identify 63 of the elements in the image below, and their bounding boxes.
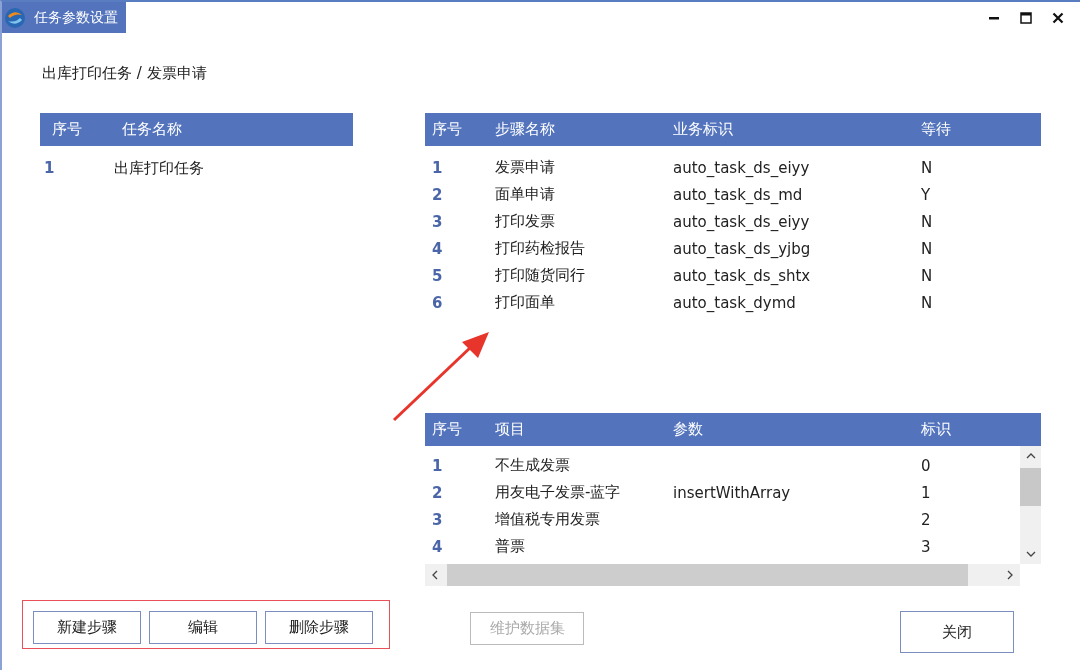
column-header: 任务名称 [122,120,183,139]
column-header: 项目 [495,420,526,439]
table-cell-text: 1 [432,158,444,177]
table-cell-text: N [921,212,934,231]
table-cell-text: N [921,266,934,285]
table-cell-text: auto_task_ds_eiyy [673,212,811,231]
table-cell-text: 4 [432,537,444,556]
table-cell-text: 打印发票 [495,212,556,231]
column-header: 业务标识 [673,120,734,139]
logo-icon [4,6,26,29]
table-cell-text: insertWithArray [673,483,792,502]
table-cell-text: N [921,158,934,177]
maximize-icon[interactable] [1020,12,1032,24]
table-cell-text: 3 [432,212,444,231]
table-cell-text: 面单申请 [495,185,556,204]
table-cell-text: 1 [432,456,444,475]
table-cell-text: 打印药检报告 [495,239,586,258]
table-cell-text: auto_task_dymd [673,293,797,312]
column-header: 序号 [432,420,463,439]
table-cell-text: 0 [921,456,932,475]
column-header: 序号 [52,120,83,139]
column-header: 序号 [432,120,463,139]
close-icon[interactable] [1052,12,1064,24]
close-button[interactable]: 关闭 [900,611,1014,653]
table-cell-text: 6 [432,293,444,312]
table-cell-text: 5 [432,266,444,285]
step-button[interactable]: 新建步骤 [33,611,141,644]
breadcrumb: 出库打印任务 / 发票申请 [42,64,208,83]
step-button[interactable]: 删除步骤 [265,611,373,644]
column-header: 步骤名称 [495,120,556,139]
table-cell-text: auto_task_ds_eiyy [673,158,811,177]
table-cell-text: N [921,239,934,258]
table-cell-text: N [921,293,934,312]
window-title: 任务参数设置 [34,8,118,27]
column-header: 参数 [673,420,704,439]
table-cell-text: 用友电子发票-蓝字 [495,483,622,502]
column-header: 标识 [921,420,952,439]
column-header: 等待 [921,120,952,139]
table-cell-text: 2 [921,510,932,529]
task-row[interactable]: 1 出库打印任务 [40,154,353,182]
vertical-scrollbar[interactable] [1020,446,1041,564]
table-cell-text: 1 [921,483,932,502]
scroll-right-icon[interactable] [1006,570,1014,580]
table-cell-text: 3 [432,510,444,529]
scroll-left-icon[interactable] [431,570,439,580]
table-cell-text: Y [921,185,932,204]
table-cell-text: 增值税专用发票 [495,510,601,529]
table-cell-text: 打印面单 [495,293,556,312]
table-cell-text: 2 [432,483,444,502]
table-cell-text: auto_task_ds_yjbg [673,239,812,258]
step-button[interactable]: 编辑 [149,611,257,644]
table-cell-text: 打印随货同行 [495,266,586,285]
table-cell-text: 4 [432,239,444,258]
scroll-up-icon[interactable] [1025,452,1036,460]
table-cell-text: 不生成发票 [495,456,571,475]
table-cell-text: 2 [432,185,444,204]
table-cell-text: 3 [921,537,932,556]
scroll-down-icon[interactable] [1025,550,1036,558]
scroll-thumb[interactable] [1020,468,1041,506]
table-cell-text: auto_task_ds_md [673,185,804,204]
table-cell-text: auto_task_ds_shtx [673,266,812,285]
table-cell-text: 普票 [495,537,526,556]
table-cell-text: 发票申请 [495,158,556,177]
